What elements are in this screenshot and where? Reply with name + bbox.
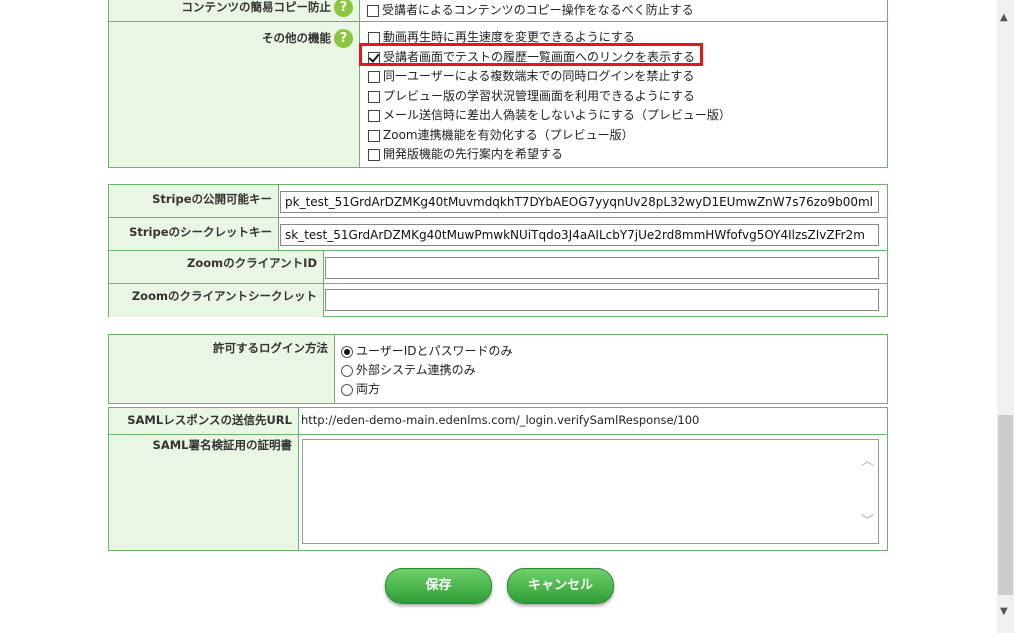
option-label: 受講者画面でテストの履歴一覧画面へのリンクを表示する <box>383 50 696 64</box>
saml-cert-label: SAML署名検証用の証明書 <box>109 435 299 550</box>
login-option-label: ユーザーIDとパスワードのみ <box>356 344 513 358</box>
option-label: Zoom連携機能を有効化する（プレビュー版） <box>383 128 634 142</box>
help-icon[interactable]: ? <box>334 0 353 17</box>
login-option-label: 両方 <box>356 382 381 396</box>
login-option-external[interactable]: 外部システム連携のみ <box>341 361 476 379</box>
radio[interactable] <box>341 364 353 377</box>
stripe-secret-key-input[interactable]: sk_test_51GrdArDZMKg40tMuwPmwkNUiTqdo3J4… <box>280 224 879 246</box>
checkbox-checked[interactable] <box>368 51 380 64</box>
option-test-history-link[interactable]: 受講者画面でテストの履歴一覧画面へのリンクを表示する <box>368 48 695 66</box>
copy-protection-label-cell: コンテンツの簡易コピー防止? <box>109 0 360 21</box>
checkbox[interactable] <box>368 90 380 103</box>
copy-protection-option[interactable]: 受講者によるコンテンツのコピー操作をなるべく防止する <box>367 1 694 19</box>
copy-protection-option-label: 受講者によるコンテンツのコピー操作をなるべく防止する <box>382 3 694 17</box>
help-icon[interactable]: ? <box>334 29 353 48</box>
checkbox[interactable] <box>367 4 379 17</box>
zoom-client-secret-label: Zoomのクライアントシークレット <box>109 284 324 317</box>
option-label: 開発版機能の先行案内を希望する <box>383 147 564 161</box>
scroll-down-icon[interactable]: ▼ <box>1000 606 1008 617</box>
login-method-label: 許可するログイン方法 <box>109 335 335 403</box>
textarea-scroll-down-icon[interactable]: ﹀ <box>861 510 874 529</box>
scrollbar-thumb[interactable] <box>998 415 1013 595</box>
other-features-label: その他の機能 <box>262 31 331 45</box>
saml-cert-textarea[interactable]: ︿ ﹀ <box>302 439 879 544</box>
checkbox[interactable] <box>368 31 380 44</box>
checkbox[interactable] <box>368 109 380 122</box>
option-mail-sender[interactable]: メール送信時に差出人偽装をしないようにする（プレビュー版） <box>368 106 731 124</box>
radio-selected[interactable] <box>341 345 353 358</box>
zoom-client-secret-input[interactable] <box>325 289 879 311</box>
option-label: メール送信時に差出人偽装をしないようにする（プレビュー版） <box>383 108 731 122</box>
login-option-label: 外部システム連携のみ <box>356 363 476 377</box>
stripe-public-label: Stripeの公開可能キー <box>109 185 279 217</box>
copy-protection-row: コンテンツの簡易コピー防止? 受講者によるコンテンツのコピー操作をなるべく防止す… <box>109 0 887 21</box>
option-concurrent-login[interactable]: 同一ユーザーによる複数端末での同時ログインを禁止する <box>368 67 694 85</box>
option-zoom[interactable]: Zoom連携機能を有効化する（プレビュー版） <box>368 126 634 144</box>
page-scrollbar[interactable]: ▲ ▼ <box>997 0 1014 633</box>
cancel-button[interactable]: キャンセル <box>507 568 614 604</box>
textarea-scroll-up-icon[interactable]: ︿ <box>861 450 874 469</box>
zoom-client-id-label: ZoomのクライアントID <box>109 251 324 283</box>
checkbox[interactable] <box>368 70 380 83</box>
copy-protection-label: コンテンツの簡易コピー防止 <box>181 0 332 14</box>
checkbox[interactable] <box>368 129 380 142</box>
zoom-client-id-input[interactable] <box>325 257 879 279</box>
option-label: プレビュー版の学習状況管理画面を利用できるようにする <box>383 89 695 103</box>
saml-response-label: SAMLレスポンスの送信先URL <box>109 408 299 434</box>
saml-response-url: http://eden-demo-main.edenlms.com/_login… <box>301 413 700 427</box>
option-preview-progress[interactable]: プレビュー版の学習状況管理画面を利用できるようにする <box>368 87 695 105</box>
stripe-public-key-input[interactable]: pk_test_51GrdArDZMKg40tMuvmdqkhT7DYbAEOG… <box>280 191 879 213</box>
other-features-label-cell: その他の機能? <box>109 22 360 167</box>
stripe-secret-label: Stripeのシークレットキー <box>109 218 279 250</box>
login-option-both[interactable]: 両方 <box>341 380 380 398</box>
option-label: 同一ユーザーによる複数端末での同時ログインを禁止する <box>383 69 695 83</box>
option-dev-preview[interactable]: 開発版機能の先行案内を希望する <box>368 145 563 163</box>
checkbox[interactable] <box>368 148 380 161</box>
scroll-up-icon[interactable]: ▲ <box>1000 12 1008 23</box>
option-label: 動画再生時に再生速度を変更できるようにする <box>383 30 635 44</box>
login-option-id-password[interactable]: ユーザーIDとパスワードのみ <box>341 342 513 360</box>
save-button[interactable]: 保存 <box>385 568 492 604</box>
radio[interactable] <box>341 383 353 396</box>
